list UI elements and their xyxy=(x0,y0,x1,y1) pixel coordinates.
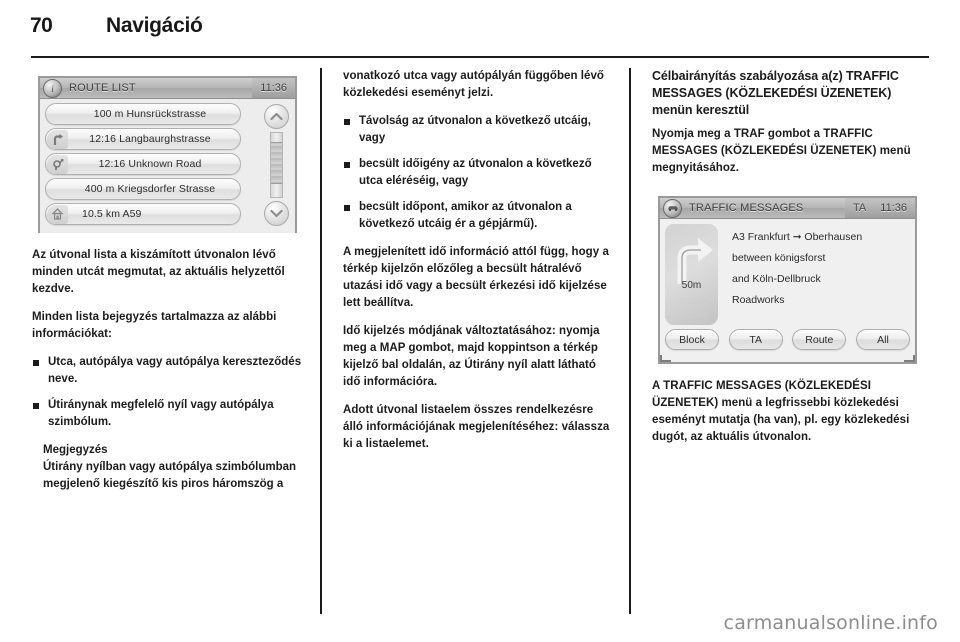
maneuver-panel: 50m 0:028 23.3km xyxy=(665,224,718,325)
scroll-up-button[interactable] xyxy=(264,104,289,129)
scroll-down-button[interactable] xyxy=(264,201,289,226)
col2-paragraph-4: Adott útvonal listaelem összes rendelkez… xyxy=(343,404,610,450)
traffic-body: 50m 0:028 23.3km A3 Frankfurt ➞ Oberhaus… xyxy=(660,219,915,355)
traffic-titlebar-right: TA 11:36 xyxy=(845,198,915,218)
traffic-car-icon xyxy=(663,198,682,218)
estimated-time: 0:028 xyxy=(679,296,704,307)
remaining-distance: 23.3km xyxy=(675,310,708,321)
col2-paragraph-3: Idő kijelzés módjának változtatásához: n… xyxy=(343,325,600,388)
route-list-screenshot: i ROUTE LIST 11:36 100 m Hunsrückstrasse… xyxy=(32,68,303,233)
maneuver-distance: 50m xyxy=(681,280,702,291)
row-icon-placeholder xyxy=(47,105,68,124)
col3-paragraph-2: A TRAFFIC MESSAGES (KÖZLEKEDÉSI ÜZENETEK… xyxy=(652,380,910,443)
column-1: i ROUTE LIST 11:36 100 m Hunsrückstrasse… xyxy=(32,68,303,504)
route-list-row-label: 100 m Hunsrückstrasse xyxy=(93,108,207,120)
ta-button[interactable]: TA xyxy=(728,329,783,350)
traffic-message-line: and Köln-Dellbruck xyxy=(732,273,821,285)
bullet-square-icon xyxy=(344,119,350,125)
column-3: Célbairányítás szabályozása a(z) TRAFFIC… xyxy=(652,68,923,457)
bullet-square-icon xyxy=(344,205,350,211)
route-list-row[interactable]: 10.5 km A59 xyxy=(45,203,241,225)
note-text: Útirány nyílban vagy autópálya szimbólum… xyxy=(43,461,297,490)
traffic-button-row: Block TA Route All xyxy=(665,329,910,350)
route-list-clock: 11:36 xyxy=(260,82,287,94)
route-list-title: ROUTE LIST xyxy=(69,82,136,94)
col1-paragraph-2: Minden lista bejegyzés tartalmazza az al… xyxy=(32,311,277,340)
route-list-titlebar: i ROUTE LIST 11:36 xyxy=(40,78,295,99)
page-header: 70 Navigáció xyxy=(30,14,930,44)
destination-flag-icon xyxy=(47,204,68,224)
traffic-title: TRAFFIC MESSAGES xyxy=(689,202,804,214)
header-rule xyxy=(31,56,929,58)
col1-bullet-item: Utca, autópálya vagy autópálya keresztez… xyxy=(32,354,303,388)
traffic-message-lines: A3 Frankfurt ➞ Oberhausen between königs… xyxy=(718,224,910,325)
route-button[interactable]: Route xyxy=(792,329,847,350)
route-list-scrollbar[interactable] xyxy=(264,104,289,226)
col1-bullet-text: Utca, autópálya vagy autópálya keresztez… xyxy=(48,356,302,385)
note-title: Megjegyzés xyxy=(43,444,108,456)
col3-heading: Célbairányítás szabályozása a(z) TRAFFIC… xyxy=(652,69,899,117)
page-title: Navigáció xyxy=(106,14,203,37)
manual-page: 70 Navigáció i ROUTE LIST 11:36 100 m Hu… xyxy=(0,0,960,642)
column-divider-2 xyxy=(629,68,631,614)
bullet-square-icon xyxy=(33,403,39,409)
col2-bullet-list: Távolság az útvonalon a következő utcáig… xyxy=(343,113,614,233)
col2-bullet-item: becsült időpont, amikor az útvonalon a k… xyxy=(343,199,614,233)
column-divider-1 xyxy=(320,68,322,614)
route-list-row-label: 10.5 km A59 xyxy=(82,208,142,220)
info-icon: i xyxy=(43,78,62,98)
scroll-thumb[interactable] xyxy=(271,142,282,184)
watermark: carmanualsonline.info xyxy=(723,612,938,634)
col1-paragraph-1: Az útvonal lista a kiszámított útvonalon… xyxy=(32,249,285,295)
route-list-titlebar-right: 11:36 xyxy=(252,78,295,98)
route-list-row[interactable]: 12:16 Unknown Road xyxy=(45,153,241,175)
col1-bullet-item: Útiránynak megfelelő nyíl vagy autópálya… xyxy=(32,397,303,431)
col2-bullet-text: becsült időigény az útvonalon a következ… xyxy=(359,158,592,187)
traffic-messages-screenshot: TRAFFIC MESSAGES TA 11:36 50m 0:028 23.3… xyxy=(652,188,923,364)
traffic-message-line: between königsforst xyxy=(732,252,826,264)
route-list-rows: 100 m Hunsrückstrasse 12:16 Langbaurghst… xyxy=(45,103,241,225)
col2-bullet-item: Távolság az útvonalon a következő utcáig… xyxy=(343,113,614,147)
route-list-row-label: 400 m Kriegsdorfer Strasse xyxy=(84,183,216,195)
svg-text:i: i xyxy=(51,84,54,94)
col1-bullet-text: Útiránynak megfelelő nyíl vagy autópálya… xyxy=(48,399,274,428)
route-list-row[interactable]: 400 m Kriegsdorfer Strasse xyxy=(45,178,241,200)
traffic-titlebar: TRAFFIC MESSAGES TA 11:36 xyxy=(660,198,915,219)
bullet-square-icon xyxy=(344,162,350,168)
route-list-row-label: 12:16 Unknown Road xyxy=(98,158,202,170)
route-list-row[interactable]: 12:16 Langbaurghstrasse xyxy=(45,128,241,150)
route-list-body: 100 m Hunsrückstrasse 12:16 Langbaurghst… xyxy=(40,99,295,233)
route-list-row-label: 12:16 Langbaurghstrasse xyxy=(89,133,211,145)
roundabout-icon xyxy=(47,154,68,174)
route-list-row[interactable]: 100 m Hunsrückstrasse xyxy=(45,103,241,125)
traffic-message-line: A3 Frankfurt ➞ Oberhausen xyxy=(732,231,863,243)
col1-bullet-list: Utca, autópálya vagy autópálya keresztez… xyxy=(32,354,303,431)
ta-indicator: TA xyxy=(853,202,867,214)
bullet-square-icon xyxy=(33,360,39,366)
col2-bullet-text: Távolság az útvonalon a következő utcáig… xyxy=(359,115,591,144)
col2-bullet-item: becsült időigény az útvonalon a következ… xyxy=(343,156,614,190)
block-button[interactable]: Block xyxy=(665,329,719,350)
scroll-track[interactable] xyxy=(270,132,283,198)
column-2: vonatkozó utca vagy autópályán függőben … xyxy=(343,68,614,464)
turn-right-icon xyxy=(47,129,68,149)
traffic-main: 50m 0:028 23.3km A3 Frankfurt ➞ Oberhaus… xyxy=(665,224,910,325)
col2-paragraph-2: A megjelenített idő információ attól füg… xyxy=(343,246,609,309)
all-button[interactable]: All xyxy=(855,329,910,350)
row-icon-placeholder xyxy=(47,180,68,199)
traffic-clock: 11:36 xyxy=(880,202,907,214)
col2-bullet-text: becsült időpont, amikor az útvonalon a k… xyxy=(359,201,572,230)
page-number: 70 xyxy=(30,14,53,37)
col1-note: Megjegyzés Útirány nyílban vagy autópály… xyxy=(32,442,303,493)
col3-paragraph-1: Nyomja meg a TRAF gombot a TRAFFIC MESSA… xyxy=(652,128,911,174)
col2-paragraph-1: vonatkozó utca vagy autópályán függőben … xyxy=(343,70,604,99)
traffic-message-line: Roadworks xyxy=(732,294,785,306)
